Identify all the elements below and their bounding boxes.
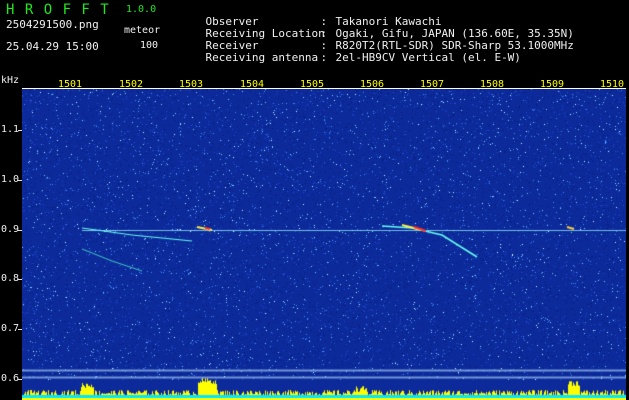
info-label: Receiving antenna — [205, 51, 319, 64]
y-tick-label: 0.7 — [1, 323, 20, 334]
spectrogram-canvas — [22, 89, 626, 400]
y-tick-label: 1.0 — [1, 174, 20, 185]
mode-value: 100 — [140, 40, 159, 51]
y-tick-label: 1.1 — [1, 124, 20, 135]
spectrogram-panel — [22, 89, 626, 400]
y-tick-label: 0.9 — [1, 224, 20, 235]
timestamp: 25.04.29 15:00 — [6, 40, 99, 53]
mode-label: meteor — [124, 25, 161, 36]
info-row-observer: Observer: Takanori Kawachi — [179, 4, 442, 28]
y-tick-label: 0.6 — [1, 373, 20, 384]
info-row-antenna: Receiving antenna:2el-HB9CV Vertical (el… — [179, 40, 521, 64]
y-tick-label: 0.8 — [1, 273, 20, 284]
app-title: H R O F F T — [6, 2, 110, 18]
app-version: 1.0.0 — [126, 4, 157, 15]
info-row-receiver: Receiver: R820T2(RTL-SDR) SDR-Sharp 53.10… — [179, 28, 574, 52]
info-colon: : — [320, 51, 328, 64]
hrofft-window: H R O F F T 1.0.0 2504291500.png meteor … — [0, 0, 629, 400]
info-row-location: Receiving Location: Ogaki, Gifu, JAPAN (1… — [179, 16, 574, 40]
file-name: 2504291500.png — [6, 18, 99, 31]
info-value: 2el-HB9CV Vertical (el. E-W) — [335, 51, 521, 64]
y-axis-unit: kHz — [1, 75, 20, 86]
